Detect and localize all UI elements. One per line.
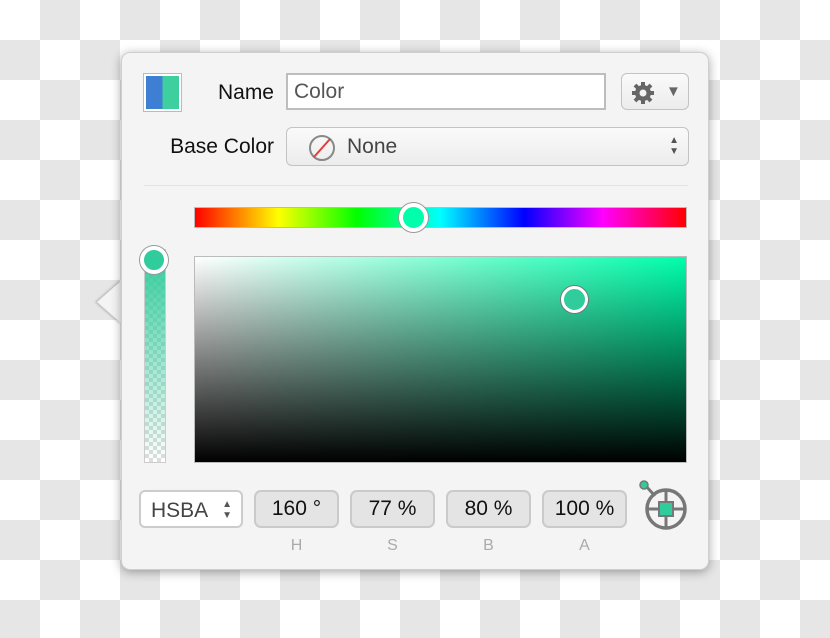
chevron-down-icon: ▼: [666, 83, 681, 100]
name-input[interactable]: Color: [286, 73, 606, 110]
stepper-arrows-icon: ▲ ▼: [222, 499, 232, 521]
hue-label: H: [290, 537, 303, 554]
divider: [144, 185, 688, 186]
color-mode-popup[interactable]: HSBA ▲ ▼: [139, 490, 243, 528]
alpha-slider[interactable]: [144, 249, 166, 463]
color-picker-popover: Name Color ▼ Base Color None ▲ ▼ HSBA ▲ ▼ …: [121, 52, 709, 570]
popover-arrow: [97, 280, 122, 324]
name-label: Name: [217, 81, 274, 104]
alpha-slider-knob[interactable]: [140, 246, 168, 274]
eyedropper-target-icon[interactable]: [636, 479, 692, 533]
settings-menu-button[interactable]: ▼: [621, 73, 689, 110]
no-color-icon: [309, 135, 335, 161]
hue-slider-knob[interactable]: [399, 203, 428, 232]
brightness-field[interactable]: 80 %: [446, 490, 531, 528]
brightness-label: B: [483, 537, 494, 554]
stepper-arrows-icon: ▲ ▼: [669, 135, 679, 157]
color-mode-value: HSBA: [151, 499, 209, 522]
base-color-label: Base Color: [170, 135, 274, 158]
base-color-value: None: [347, 135, 398, 158]
hue-field[interactable]: 160 °: [254, 490, 339, 528]
color-knob[interactable]: [561, 286, 588, 313]
saturation-label: S: [387, 537, 398, 554]
color-swatch[interactable]: [144, 74, 181, 111]
base-color-popup[interactable]: None ▲ ▼: [286, 127, 689, 166]
hue-slider[interactable]: [194, 207, 687, 228]
saturation-brightness-area[interactable]: [194, 256, 687, 463]
alpha-label: A: [579, 537, 590, 554]
gear-icon: [632, 82, 654, 104]
saturation-field[interactable]: 77 %: [350, 490, 435, 528]
alpha-field[interactable]: 100 %: [542, 490, 627, 528]
